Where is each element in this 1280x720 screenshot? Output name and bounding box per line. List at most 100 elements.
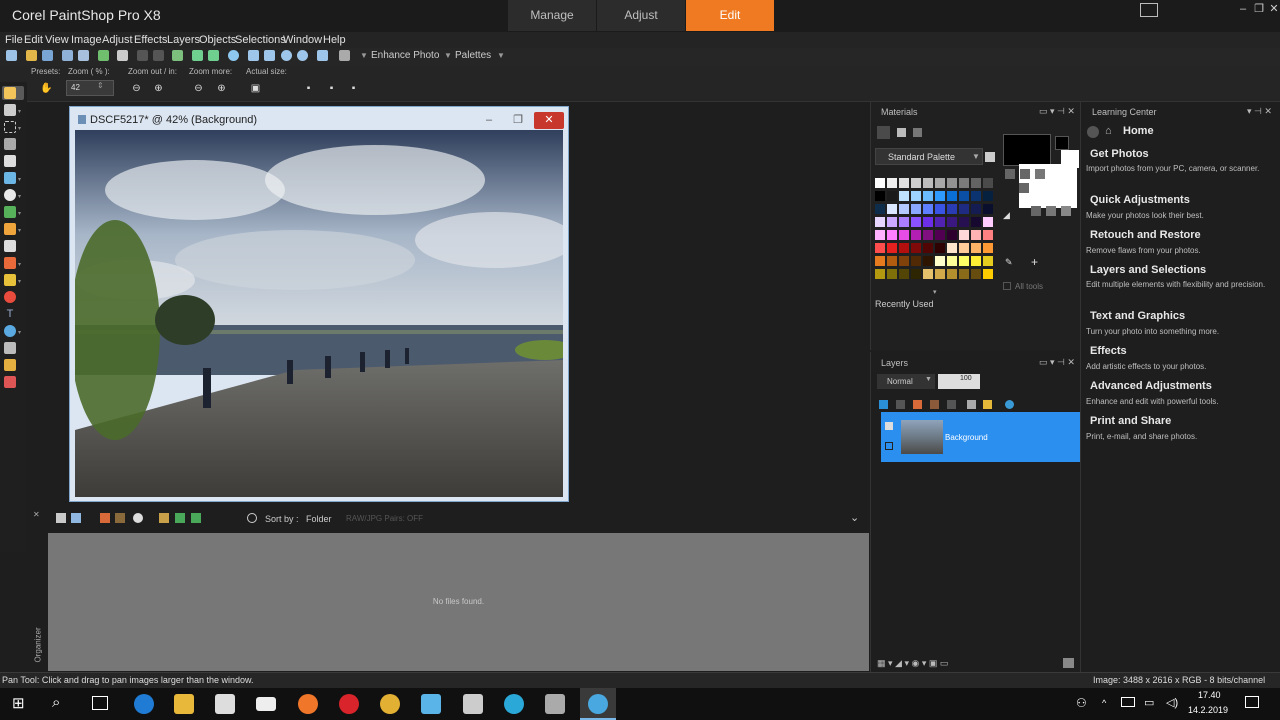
color-swatch[interactable] — [899, 191, 909, 201]
color-swatch[interactable] — [875, 269, 885, 279]
swatch-tab-icon[interactable] — [913, 128, 922, 137]
color-swatch[interactable] — [983, 256, 993, 266]
color-swatch[interactable] — [875, 243, 885, 253]
color-swatch[interactable] — [911, 217, 921, 227]
color-swatch[interactable] — [887, 269, 897, 279]
option-icon-3[interactable]: ▪ — [348, 83, 359, 94]
color-swatch[interactable] — [923, 191, 933, 201]
menu-effects[interactable]: Effects — [134, 34, 167, 46]
undo-icon[interactable] — [192, 50, 203, 61]
fullscreen-icon[interactable] — [264, 50, 275, 61]
color-swatch[interactable] — [899, 230, 909, 240]
color-swatch[interactable] — [983, 243, 993, 253]
color-swatch[interactable] — [935, 269, 945, 279]
people-icon[interactable]: ⚇ — [1076, 696, 1087, 710]
text-tool-icon[interactable]: T — [4, 308, 16, 320]
zoom-input[interactable]: 42 ⇕ — [66, 80, 114, 96]
layers-bottom-toolbar[interactable]: ▦ ▾ ◢ ▾ ◉ ▾ ▣ ▭ — [877, 658, 948, 669]
color-swatch[interactable] — [911, 204, 921, 214]
color-swatch[interactable] — [887, 256, 897, 266]
tab-edit[interactable]: Edit — [686, 0, 774, 31]
picture-tube-tool-icon[interactable] — [4, 376, 16, 388]
color-swatch[interactable] — [947, 191, 957, 201]
color-swatch[interactable] — [959, 217, 969, 227]
app-icon-4[interactable] — [545, 694, 565, 714]
pen-tool-icon[interactable] — [4, 342, 16, 354]
image-close-icon[interactable]: ✕ — [534, 112, 564, 129]
dropdown-arrow-icon[interactable]: ▼ — [360, 51, 368, 60]
color-swatch[interactable] — [875, 204, 885, 214]
option-icon-2[interactable]: ▪ — [326, 83, 337, 94]
color-swatch[interactable] — [983, 204, 993, 214]
all-tools-checkbox[interactable] — [1003, 282, 1011, 290]
color-swatch[interactable] — [923, 204, 933, 214]
workspace-layout-icon[interactable] — [1140, 3, 1158, 17]
file-explorer-icon[interactable] — [174, 694, 194, 714]
bg-style-icon[interactable] — [1031, 206, 1041, 216]
zoom-in-toolbar-icon[interactable] — [297, 50, 308, 61]
color-swatch[interactable] — [935, 178, 945, 188]
menu-help[interactable]: Help — [323, 34, 346, 46]
tool-expand-icon[interactable]: ▾ — [18, 227, 23, 234]
swatches-more-icon[interactable]: ▾ — [933, 288, 937, 296]
task-view-icon[interactable] — [92, 696, 108, 710]
organizer-rate-icon[interactable] — [115, 513, 125, 523]
close-icon[interactable]: ✕ — [1263, 0, 1280, 20]
menu-adjust[interactable]: Adjust — [102, 34, 133, 46]
dropper-tool-icon[interactable] — [4, 138, 16, 150]
browse-icon[interactable] — [42, 50, 53, 61]
menu-layers[interactable]: Layers — [167, 34, 200, 46]
tool-expand-icon[interactable]: ▾ — [18, 176, 23, 183]
color-swatch[interactable] — [959, 178, 969, 188]
volume-icon[interactable]: ◁) — [1166, 696, 1178, 709]
actual-size-icon[interactable]: ▣ — [250, 83, 261, 94]
color-swatch[interactable] — [947, 178, 957, 188]
sort-folder-dropdown[interactable]: Folder — [306, 514, 332, 524]
color-swatch[interactable] — [935, 256, 945, 266]
fg-texture-icon[interactable] — [1020, 169, 1030, 179]
color-swatch[interactable] — [899, 256, 909, 266]
organizer-photo-icon[interactable] — [191, 513, 201, 523]
organizer-list-icon[interactable] — [56, 513, 66, 523]
layer-background-row[interactable]: Background — [881, 412, 1080, 462]
tool-expand-icon[interactable]: ▾ — [18, 108, 23, 115]
palette-dropdown[interactable]: Standard Palette ▼ — [875, 148, 983, 165]
tool-expand-icon[interactable]: ▾ — [18, 278, 23, 285]
organizer-user-icon[interactable] — [133, 513, 143, 523]
eraser-tool-icon[interactable] — [4, 240, 16, 252]
menu-view[interactable]: View — [45, 34, 69, 46]
color-swatch[interactable] — [887, 217, 897, 227]
open-file-icon[interactable] — [26, 50, 37, 61]
zoom-more-in-icon[interactable]: ⊕ — [216, 83, 227, 94]
color-swatch[interactable] — [947, 204, 957, 214]
color-swatch[interactable] — [983, 217, 993, 227]
preset-icon[interactable]: ✋ — [40, 83, 52, 94]
color-swatch[interactable] — [887, 178, 897, 188]
color-swatch[interactable] — [959, 243, 969, 253]
shape-tool-icon[interactable] — [4, 325, 16, 337]
color-swatch[interactable] — [959, 269, 969, 279]
color-swatch[interactable] — [911, 230, 921, 240]
color-swatch[interactable] — [899, 178, 909, 188]
image-minimize-icon[interactable]: – — [475, 112, 503, 129]
clock-date[interactable]: 14.2.2019 — [1188, 705, 1228, 715]
color-swatch[interactable] — [971, 191, 981, 201]
organizer-collapse-icon[interactable]: ⌄ — [850, 511, 859, 524]
rainbow-tab-icon[interactable] — [897, 128, 906, 137]
color-swatch[interactable] — [935, 230, 945, 240]
menu-file[interactable]: File — [5, 34, 23, 46]
color-swatch[interactable] — [959, 191, 969, 201]
palettes-button[interactable]: Palettes — [455, 50, 491, 61]
info-icon[interactable] — [228, 50, 239, 61]
zoom-more-out-icon[interactable]: ⊖ — [193, 83, 204, 94]
layers-options-icon[interactable] — [1063, 658, 1074, 668]
fg-pattern-icon[interactable] — [1035, 169, 1045, 179]
transparent-icon[interactable]: ◢ — [1003, 210, 1010, 221]
app-icon-2[interactable] — [463, 694, 483, 714]
color-swatch[interactable] — [887, 204, 897, 214]
copy-icon[interactable] — [153, 50, 164, 61]
color-swatch[interactable] — [935, 191, 945, 201]
color-swatch[interactable] — [875, 256, 885, 266]
duplicate-layer-icon[interactable] — [947, 400, 956, 409]
color-swatch[interactable] — [983, 178, 993, 188]
